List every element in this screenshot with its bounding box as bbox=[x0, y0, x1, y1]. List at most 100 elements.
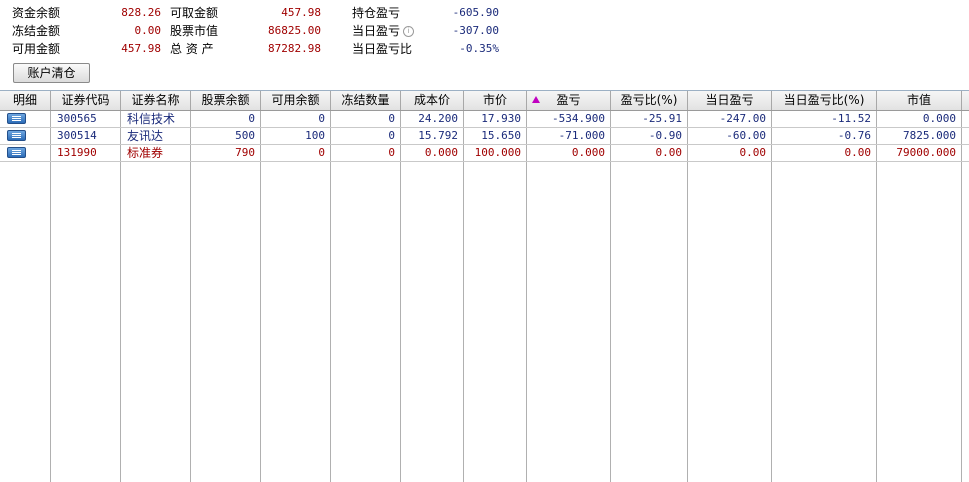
fund-balance-value: 828.26 bbox=[121, 6, 161, 19]
cell-available: 0 bbox=[318, 112, 325, 125]
column-header-label: 股票余额 bbox=[201, 93, 250, 107]
cell-detail bbox=[0, 145, 51, 161]
cell-pnl-pct: 0.00 bbox=[655, 146, 683, 159]
total-assets-label: 总 资 产 bbox=[170, 42, 214, 56]
cell-frozen: 0 bbox=[388, 112, 395, 125]
cell-day-pnl-pct: -11.52 bbox=[831, 112, 871, 125]
column-header-day-pnl-pct[interactable]: 当日盈亏比(%) bbox=[772, 91, 877, 110]
frozen-amount-label: 冻结金额 bbox=[12, 24, 61, 38]
column-header-label: 当日盈亏比(%) bbox=[783, 93, 865, 107]
column-header-label: 盈亏比(%) bbox=[620, 93, 678, 107]
cell-detail bbox=[0, 128, 51, 144]
cell-price: 15.650 bbox=[481, 129, 521, 142]
cell-pnl: -534.900 bbox=[552, 112, 605, 125]
column-header-label: 冻结数量 bbox=[341, 93, 390, 107]
cell-frozen: 0 bbox=[388, 146, 395, 159]
table-row[interactable]: 300565 科信技术 0 0 0 24.200 17.930 -534.900 -25.91 -… bbox=[0, 111, 969, 128]
total-assets-value: 87282.98 bbox=[268, 42, 321, 55]
column-header-code[interactable]: 证券代码 bbox=[51, 91, 121, 110]
column-header-label: 可用余额 bbox=[271, 93, 320, 107]
cell-price: 17.930 bbox=[481, 112, 521, 125]
cell-pnl: 0.000 bbox=[571, 146, 605, 159]
column-header-day-pnl[interactable]: 当日盈亏 bbox=[688, 91, 772, 110]
column-header-pnl-pct[interactable]: 盈亏比(%) bbox=[611, 91, 688, 110]
account-summary-panel: 资金余额 828.26 冻结金额 0.00 可用金额 457.98 可取金额 4… bbox=[0, 0, 969, 89]
cell-market-value: 79000.000 bbox=[896, 146, 956, 159]
column-divider bbox=[120, 111, 121, 482]
column-header-label: 证券名称 bbox=[131, 93, 180, 107]
column-header-available[interactable]: 可用余额 bbox=[261, 91, 331, 110]
list-detail-icon[interactable] bbox=[7, 130, 26, 141]
column-header-label: 市价 bbox=[482, 93, 507, 107]
daily-pnl-label-wrap: 当日盈亏 i bbox=[352, 22, 415, 40]
cell-name: 友讯达 bbox=[127, 129, 164, 143]
column-header-price[interactable]: 市价 bbox=[464, 91, 527, 110]
list-detail-icon[interactable] bbox=[7, 147, 26, 158]
column-divider bbox=[610, 111, 611, 482]
column-divider bbox=[463, 111, 464, 482]
column-divider bbox=[771, 111, 772, 482]
column-divider bbox=[876, 111, 877, 482]
cell-day-pnl-pct: 0.00 bbox=[844, 146, 872, 159]
cell-balance: 0 bbox=[248, 112, 255, 125]
cell-market-value: 7825.000 bbox=[903, 129, 956, 142]
daily-pnl-label: 当日盈亏 bbox=[352, 24, 401, 38]
cell-name: 标准券 bbox=[127, 146, 164, 160]
cell-day-pnl: -60.00 bbox=[726, 129, 766, 142]
cell-pnl-pct: -0.90 bbox=[648, 129, 682, 142]
cell-market-value: 0.000 bbox=[922, 112, 956, 125]
cell-balance: 500 bbox=[235, 129, 255, 142]
cell-cost: 24.200 bbox=[418, 112, 458, 125]
stock-market-value-value: 86825.00 bbox=[268, 24, 321, 37]
column-header-label: 当日盈亏 bbox=[705, 93, 754, 107]
column-header-pnl[interactable]: 盈亏 bbox=[527, 91, 611, 110]
cell-available: 0 bbox=[318, 146, 325, 159]
column-header-label: 市值 bbox=[906, 93, 931, 107]
cell-name: 科信技术 bbox=[127, 112, 176, 126]
cell-frozen: 0 bbox=[388, 129, 395, 142]
cell-cost: 15.792 bbox=[418, 129, 458, 142]
column-header-detail[interactable]: 明细 bbox=[0, 91, 51, 110]
cell-pnl: -71.000 bbox=[558, 129, 605, 142]
cell-day-pnl-pct: -0.76 bbox=[837, 129, 871, 142]
cell-code: 300514 bbox=[57, 129, 97, 142]
withdrawable-amount-label: 可取金额 bbox=[170, 6, 219, 20]
position-pnl-label: 持仓盈亏 bbox=[352, 6, 401, 20]
positions-window: 资金余额 828.26 冻结金额 0.00 可用金额 457.98 可取金额 4… bbox=[0, 0, 969, 482]
column-divider bbox=[400, 111, 401, 482]
cell-day-pnl: -247.00 bbox=[719, 112, 766, 125]
sort-ascending-icon bbox=[532, 96, 540, 103]
column-divider bbox=[50, 111, 51, 482]
position-pnl-value: -605.90 bbox=[452, 6, 499, 19]
info-circle-icon[interactable]: i bbox=[403, 26, 415, 37]
account-clear-button[interactable]: 账户清仓 bbox=[13, 63, 90, 83]
available-amount-label: 可用金额 bbox=[12, 42, 61, 56]
cell-balance: 790 bbox=[235, 146, 255, 159]
cell-detail bbox=[0, 111, 51, 127]
cell-price: 100.000 bbox=[474, 146, 521, 159]
cell-code: 131990 bbox=[57, 146, 97, 159]
fund-balance-label: 资金余额 bbox=[12, 6, 61, 20]
cell-pnl-pct: -25.91 bbox=[642, 112, 682, 125]
table-row[interactable]: 300514 友讯达 500 100 0 15.792 15.650 -71.000 -0.90… bbox=[0, 128, 969, 145]
column-divider bbox=[260, 111, 261, 482]
column-divider bbox=[330, 111, 331, 482]
table-row[interactable]: 131990 标准券 790 0 0 0.000 100.000 0.000 0.00 0.00 0… bbox=[0, 145, 969, 162]
withdrawable-amount-value: 457.98 bbox=[281, 6, 321, 19]
cell-cost: 0.000 bbox=[424, 146, 458, 159]
column-header-frozen[interactable]: 冻结数量 bbox=[331, 91, 401, 110]
column-header-market-value[interactable]: 市值 bbox=[877, 91, 962, 110]
column-header-balance[interactable]: 股票余额 bbox=[191, 91, 261, 110]
column-header-label: 成本价 bbox=[413, 93, 450, 107]
column-header-name[interactable]: 证券名称 bbox=[121, 91, 191, 110]
positions-table: 明细 证券代码 证券名称 股票余额 可用余额 冻结数量 成本价 市价 盈亏 盈亏比(%) 当日盈亏 当… bbox=[0, 90, 969, 482]
column-divider bbox=[687, 111, 688, 482]
column-header-label: 明细 bbox=[12, 93, 37, 107]
daily-pnl-ratio-label: 当日盈亏比 bbox=[352, 42, 413, 56]
column-divider bbox=[526, 111, 527, 482]
column-header-label: 盈亏 bbox=[556, 93, 581, 107]
cell-day-pnl: 0.00 bbox=[739, 146, 767, 159]
column-header-cost[interactable]: 成本价 bbox=[401, 91, 464, 110]
list-detail-icon[interactable] bbox=[7, 113, 26, 124]
available-amount-value: 457.98 bbox=[121, 42, 161, 55]
